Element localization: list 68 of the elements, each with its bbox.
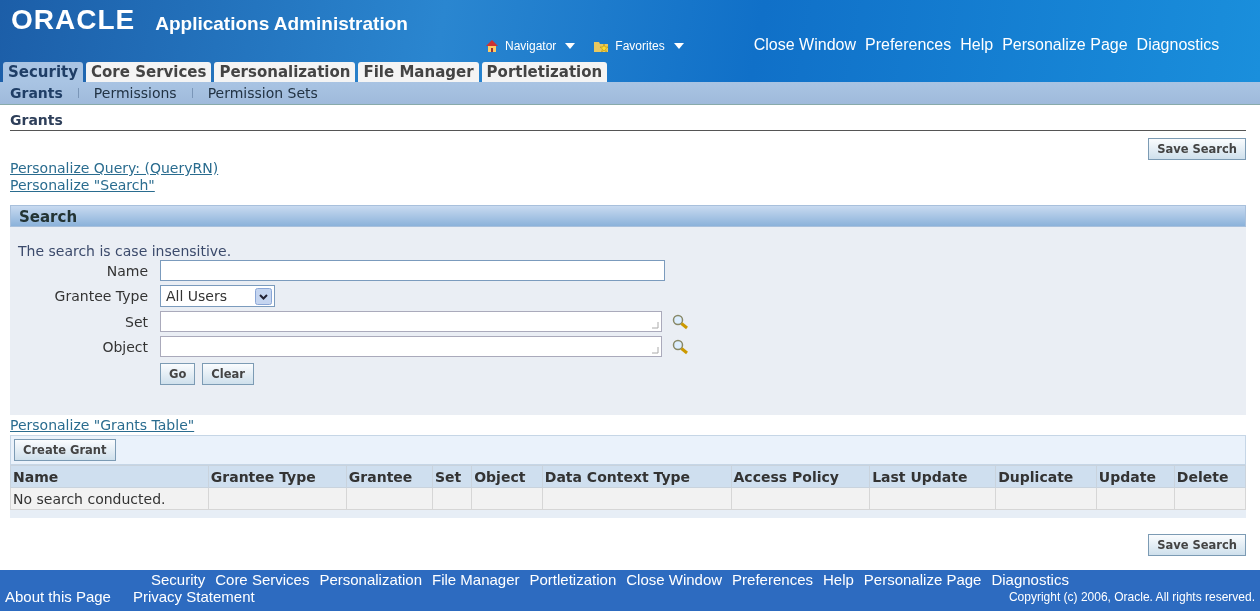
footer-link[interactable]: File Manager <box>431 571 520 588</box>
footer-link[interactable]: Portletization <box>529 571 617 588</box>
section-header: Search <box>10 205 1246 227</box>
search-form-button[interactable]: Clear <box>202 363 254 385</box>
footer-link[interactable]: Personalization <box>319 571 422 588</box>
column-header: Access Policy <box>731 465 870 488</box>
resize-grip-icon <box>651 346 659 354</box>
footer-link[interactable]: Privacy Statement <box>132 588 255 605</box>
subtab[interactable]: Grants <box>10 85 63 101</box>
footer-link[interactable]: Security <box>151 571 206 588</box>
field-label: Set <box>124 313 148 330</box>
personalize-link[interactable]: Personalize Query: (QueryRN) <box>10 160 219 176</box>
footer-link[interactable]: Help <box>823 571 854 588</box>
personalize-link[interactable]: Personalize "Search" <box>10 177 155 193</box>
lov-field[interactable] <box>160 336 662 357</box>
footer-link[interactable]: Diagnostics <box>991 571 1069 588</box>
column-header: Data Context Type <box>542 465 732 488</box>
copyright-text: Copyright (c) 2006, Oracle. All rights reserved. <box>1008 589 1255 604</box>
tab[interactable]: Security <box>3 62 84 82</box>
global-link[interactable]: Preferences <box>865 35 952 54</box>
lov-field[interactable] <box>160 311 662 332</box>
subtab[interactable]: Permission Sets <box>207 85 318 101</box>
column-header: Grantee <box>346 465 433 488</box>
dropdown-caret-icon <box>565 42 576 49</box>
save-search-button[interactable]: Save Search <box>1148 534 1246 556</box>
search-form-button[interactable]: Go <box>160 363 196 385</box>
field-label: Object <box>101 338 148 355</box>
global-link[interactable]: Close Window <box>753 35 856 54</box>
footer-link[interactable]: About this Page <box>5 588 111 605</box>
column-header: Object <box>471 465 543 488</box>
resize-grip-icon <box>651 321 659 329</box>
save-search-button[interactable]: Save Search <box>1148 138 1246 160</box>
app-title: Applications Administration <box>155 13 408 35</box>
personalize-link[interactable]: Personalize "Grants Table" <box>10 417 195 433</box>
empty-message: No search conducted. <box>10 487 209 510</box>
global-link[interactable]: Help <box>960 35 994 54</box>
search-icon <box>672 313 690 330</box>
footer-link[interactable]: Personalize Page <box>863 571 982 588</box>
search-hint: The search is case insensitive. <box>18 243 233 259</box>
column-header: Update <box>1096 465 1175 488</box>
tab[interactable]: Core Services <box>86 62 212 82</box>
field-label: Grantee Type <box>53 288 148 304</box>
search-icon <box>672 338 690 355</box>
footer-link[interactable]: Preferences <box>732 571 813 588</box>
create-grant-button[interactable]: Create Grant <box>14 439 116 461</box>
subtab[interactable]: Permissions <box>93 85 177 101</box>
column-header: Delete <box>1174 465 1246 488</box>
home-icon <box>485 38 499 53</box>
column-header: Set <box>432 465 472 488</box>
column-header: Name <box>10 465 209 488</box>
dropdown-caret-icon <box>673 42 684 49</box>
menu-link[interactable]: Navigator <box>485 38 576 53</box>
text-field[interactable] <box>160 260 665 281</box>
global-link[interactable]: Personalize Page <box>1002 35 1128 54</box>
tab[interactable]: Portletization <box>481 62 608 82</box>
global-link[interactable]: Diagnostics <box>1136 35 1220 54</box>
column-header: Grantee Type <box>208 465 347 488</box>
footer-link[interactable]: Core Services <box>215 571 310 588</box>
menu-link[interactable]: Favorites <box>593 38 684 53</box>
oracle-logo: ORACLE <box>11 5 136 35</box>
dropdown-field[interactable]: All Users <box>160 285 275 307</box>
column-header: Duplicate <box>995 465 1097 488</box>
column-header: Last Update <box>869 465 996 488</box>
footer-link[interactable]: Close Window <box>626 571 723 588</box>
tab[interactable]: File Manager <box>358 62 479 82</box>
field-label: Name <box>105 262 148 279</box>
tab[interactable]: Personalization <box>214 62 356 82</box>
page-title: Grants <box>10 112 1246 131</box>
